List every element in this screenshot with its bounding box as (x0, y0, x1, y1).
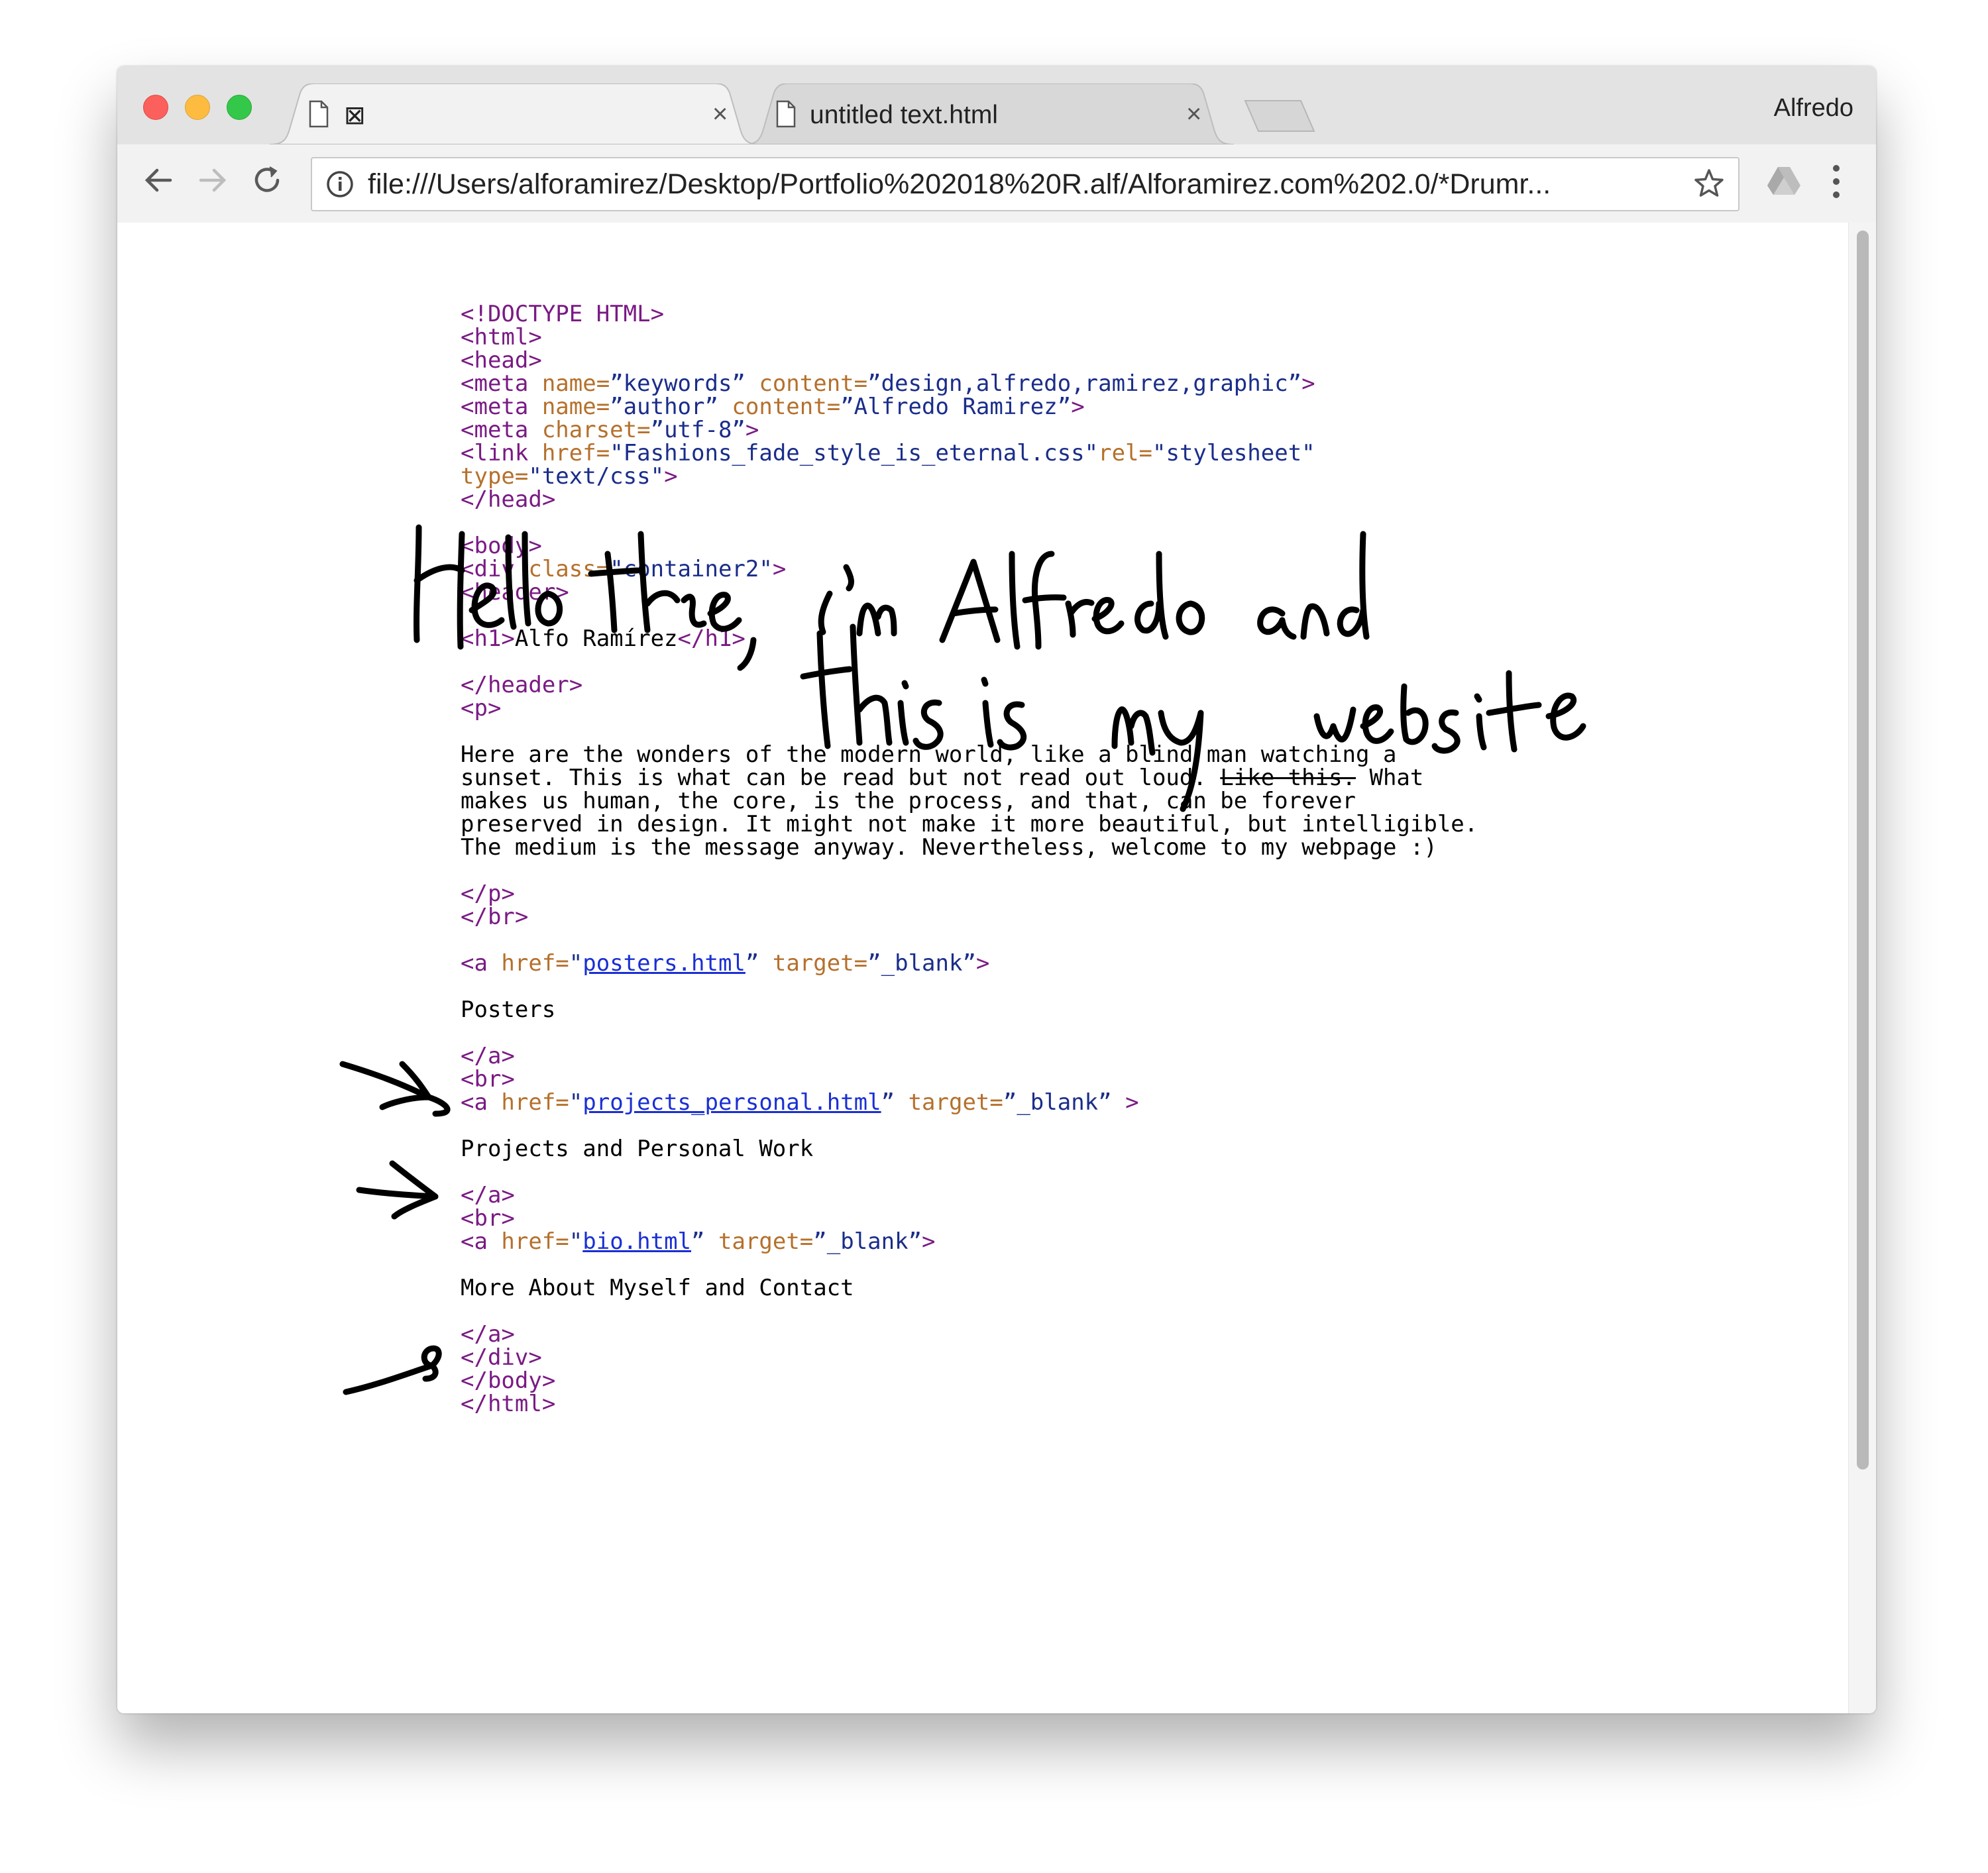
page-content: <!DOCTYPE HTML> <html> <head> <meta name… (117, 223, 1848, 1713)
document-icon (776, 100, 796, 128)
code-line: <a href="bio.html” target=”_blank”> (461, 1228, 936, 1255)
code-line: </div> (461, 1344, 542, 1371)
code-line: <a href="projects_personal.html” target=… (461, 1089, 1139, 1116)
tab-active[interactable]: ⊠ × (270, 83, 760, 144)
code-line: </p> (461, 881, 515, 907)
document-icon (309, 100, 329, 128)
projects-personal-link[interactable]: projects_personal.html (582, 1089, 881, 1116)
new-tab-button[interactable] (1244, 99, 1317, 133)
strikethrough-text: Like this. (1220, 765, 1356, 791)
tab-inactive[interactable]: untitled text.html × (744, 83, 1234, 144)
address-bar[interactable]: file:///Users/alforamirez/Desktop/Portfo… (311, 157, 1740, 211)
code-line: </a> (461, 1321, 515, 1348)
profile-name[interactable]: Alfredo (1774, 94, 1853, 123)
info-icon[interactable] (325, 170, 355, 199)
code-line: <header> (461, 579, 569, 606)
code-line: <html> (461, 324, 542, 350)
close-window-button[interactable] (143, 95, 168, 120)
code-line: <meta charset=”utf-8”> (461, 417, 759, 443)
code-line: </a> (461, 1182, 515, 1208)
code-line: <meta name=”keywords” content=”design,al… (461, 370, 1315, 397)
code-line: <body> (461, 533, 542, 559)
page-heading: Alfo Ramírez (514, 625, 678, 652)
paragraph-line: sunset. This is what can be read but not… (461, 765, 1424, 791)
tab-strip: ⊠ × untitled text.html × Alfredo (117, 66, 1876, 145)
code-line: </head> (461, 486, 556, 513)
code-line: <p> (461, 695, 502, 722)
arrow-icon-posters (339, 1061, 451, 1117)
tab-title: untitled text.html (810, 101, 998, 129)
link-text-projects[interactable]: Projects and Personal Work (461, 1137, 813, 1161)
code-line: <br> (461, 1205, 515, 1232)
reload-icon[interactable] (250, 163, 284, 197)
code-line: <a href="posters.html” target=”_blank”> (461, 950, 990, 977)
google-drive-icon[interactable] (1766, 164, 1802, 197)
bio-link[interactable]: bio.html (582, 1228, 691, 1255)
paragraph-line: preserved in design. It might not make i… (461, 811, 1478, 837)
paragraph-line: Here are the wonders of the modern world… (461, 741, 1397, 768)
arrow-icon-about (343, 1345, 442, 1395)
link-text-posters[interactable]: Posters (461, 998, 555, 1022)
arrow-icon-projects (356, 1160, 439, 1220)
bookmark-star-icon[interactable] (1693, 168, 1725, 199)
menu-dots-icon[interactable] (1830, 163, 1843, 200)
code-line: <meta name=”author” content=”Alfredo Ram… (461, 394, 1085, 420)
scrollbar-thumb[interactable] (1857, 231, 1869, 1470)
code-line: <div class="container2"> (461, 556, 787, 582)
paragraph-line: makes us human, the core, is the process… (461, 788, 1356, 814)
code-line: </br> (461, 904, 529, 930)
browser-window: ⊠ × untitled text.html × Alfredo file://… (117, 66, 1876, 1713)
back-arrow-icon[interactable] (141, 163, 176, 197)
url-text[interactable]: file:///Users/alforamirez/Desktop/Portfo… (368, 168, 1686, 201)
code-line: <link href="Fashions_fade_style_is_etern… (461, 440, 1315, 466)
tab-title: ⊠ (344, 101, 366, 130)
tab-close-icon[interactable]: × (712, 101, 728, 127)
posters-link[interactable]: posters.html (582, 950, 746, 977)
tab-shape (270, 83, 760, 144)
tab-close-icon[interactable]: × (1186, 101, 1201, 127)
code-line: <br> (461, 1066, 515, 1093)
code-line: <!DOCTYPE HTML> (461, 301, 665, 327)
toolbar: file:///Users/alforamirez/Desktop/Portfo… (117, 144, 1876, 224)
code-line: <h1>Alfo Ramírez</h1> (461, 625, 746, 652)
vertical-scrollbar[interactable] (1848, 223, 1876, 1713)
link-text-about[interactable]: More About Myself and Contact (461, 1276, 854, 1300)
code-line: </a> (461, 1043, 515, 1069)
minimize-window-button[interactable] (185, 95, 210, 120)
zoom-window-button[interactable] (227, 95, 252, 120)
code-line: </body> (461, 1367, 556, 1394)
code-line: <head> (461, 347, 542, 374)
code-line: type="text/css"> (461, 463, 678, 490)
code-line: </html> (461, 1391, 556, 1417)
forward-arrow-icon[interactable] (195, 163, 230, 197)
code-line: </header> (461, 672, 583, 698)
paragraph-line: The medium is the message anyway. Nevert… (461, 834, 1437, 861)
